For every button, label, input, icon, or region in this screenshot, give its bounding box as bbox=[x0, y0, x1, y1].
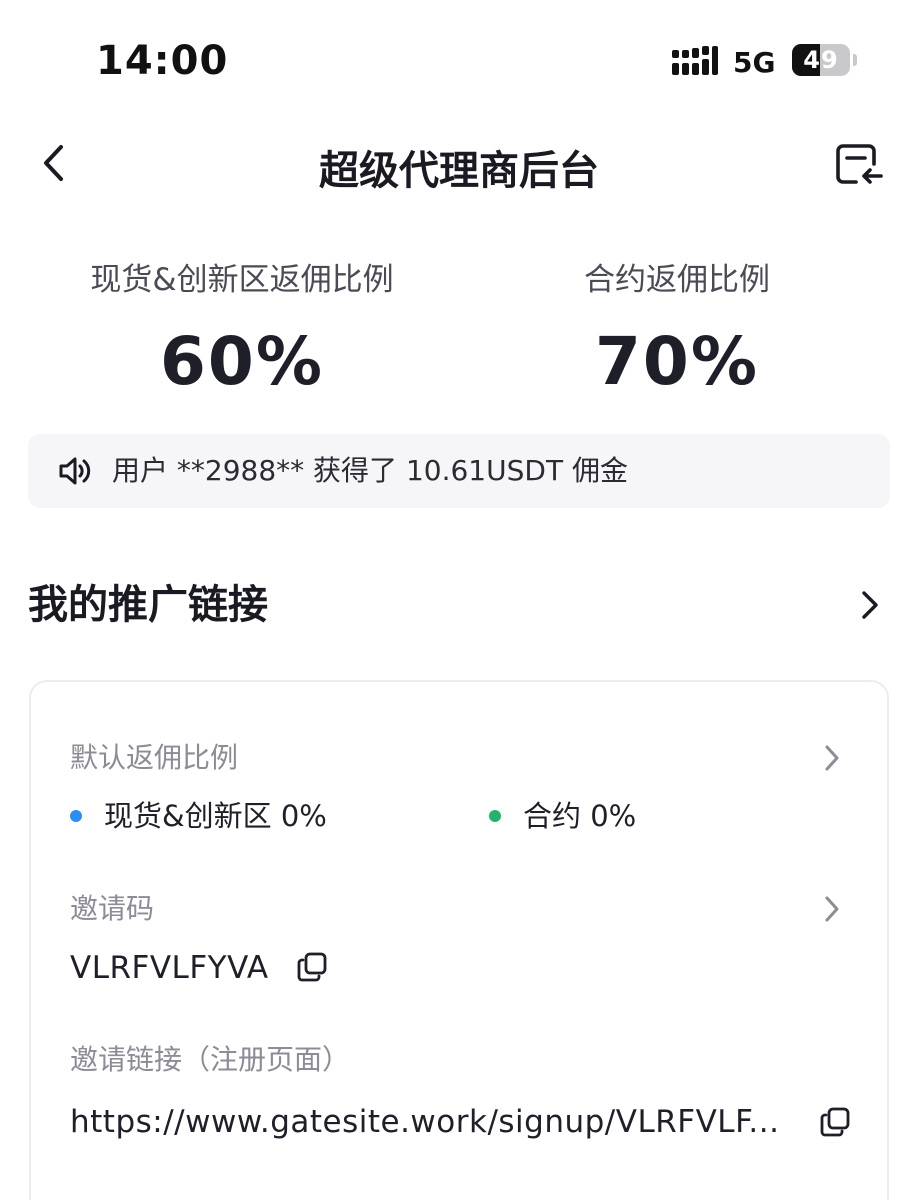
spot-dot bbox=[70, 810, 82, 822]
spot-rate-label: 现货&创新区返佣比例 bbox=[90, 262, 394, 298]
spot-rate-block: 现货&创新区返佣比例 60% bbox=[12, 258, 472, 400]
battery-level: 49 bbox=[803, 46, 839, 74]
invite-link-label: 邀请链接（注册页面） bbox=[70, 1043, 351, 1076]
invite-link-value: https://www.gatesite.work/signup/VLRFVLF… bbox=[70, 1104, 780, 1140]
battery-nub bbox=[853, 54, 857, 66]
network-type: 5G bbox=[733, 46, 776, 79]
promo-links-title: 我的推广链接 bbox=[28, 582, 268, 628]
chevron-right-icon[interactable] bbox=[821, 742, 843, 774]
copy-icon[interactable] bbox=[297, 952, 327, 982]
default-contract-rate-text: 合约 0% bbox=[523, 799, 637, 833]
default-rate-label: 默认返佣比例 bbox=[70, 741, 239, 774]
chevron-right-icon[interactable] bbox=[821, 893, 843, 925]
contract-rate-label: 合约返佣比例 bbox=[584, 262, 770, 298]
chevron-right-icon bbox=[862, 591, 878, 619]
promo-links-header[interactable]: 我的推广链接 bbox=[28, 570, 890, 640]
switch-account-icon[interactable] bbox=[834, 142, 884, 188]
invite-code-label: 邀请码 bbox=[70, 892, 155, 925]
invite-code-value: VLRFVLFYVA bbox=[70, 950, 269, 986]
speaker-icon bbox=[59, 457, 91, 485]
copy-icon[interactable] bbox=[820, 1107, 850, 1137]
notice-text: 用户 **2988** 获得了 10.61USDT 佣金 bbox=[112, 454, 628, 487]
contract-dot bbox=[489, 810, 501, 822]
battery-icon: 49 bbox=[792, 44, 850, 76]
status-bar: 14:00 5G 49 bbox=[0, 0, 918, 110]
default-spot-rate-text: 现货&创新区 0% bbox=[104, 799, 327, 833]
status-time: 14:00 bbox=[96, 38, 229, 84]
commission-notice: 用户 **2988** 获得了 10.61USDT 佣金 bbox=[28, 434, 890, 508]
spot-rate-value: 60% bbox=[160, 323, 324, 400]
contract-rate-value: 70% bbox=[595, 323, 759, 400]
promo-link-card: 默认返佣比例 现货&创新区 0% 合约 0% 邀请码 VLRFVLFYVA 邀请… bbox=[29, 680, 889, 1200]
contract-rate-block: 合约返佣比例 70% bbox=[447, 258, 907, 400]
signal-strength-icon bbox=[672, 46, 718, 75]
page-title: 超级代理商后台 bbox=[319, 148, 599, 194]
